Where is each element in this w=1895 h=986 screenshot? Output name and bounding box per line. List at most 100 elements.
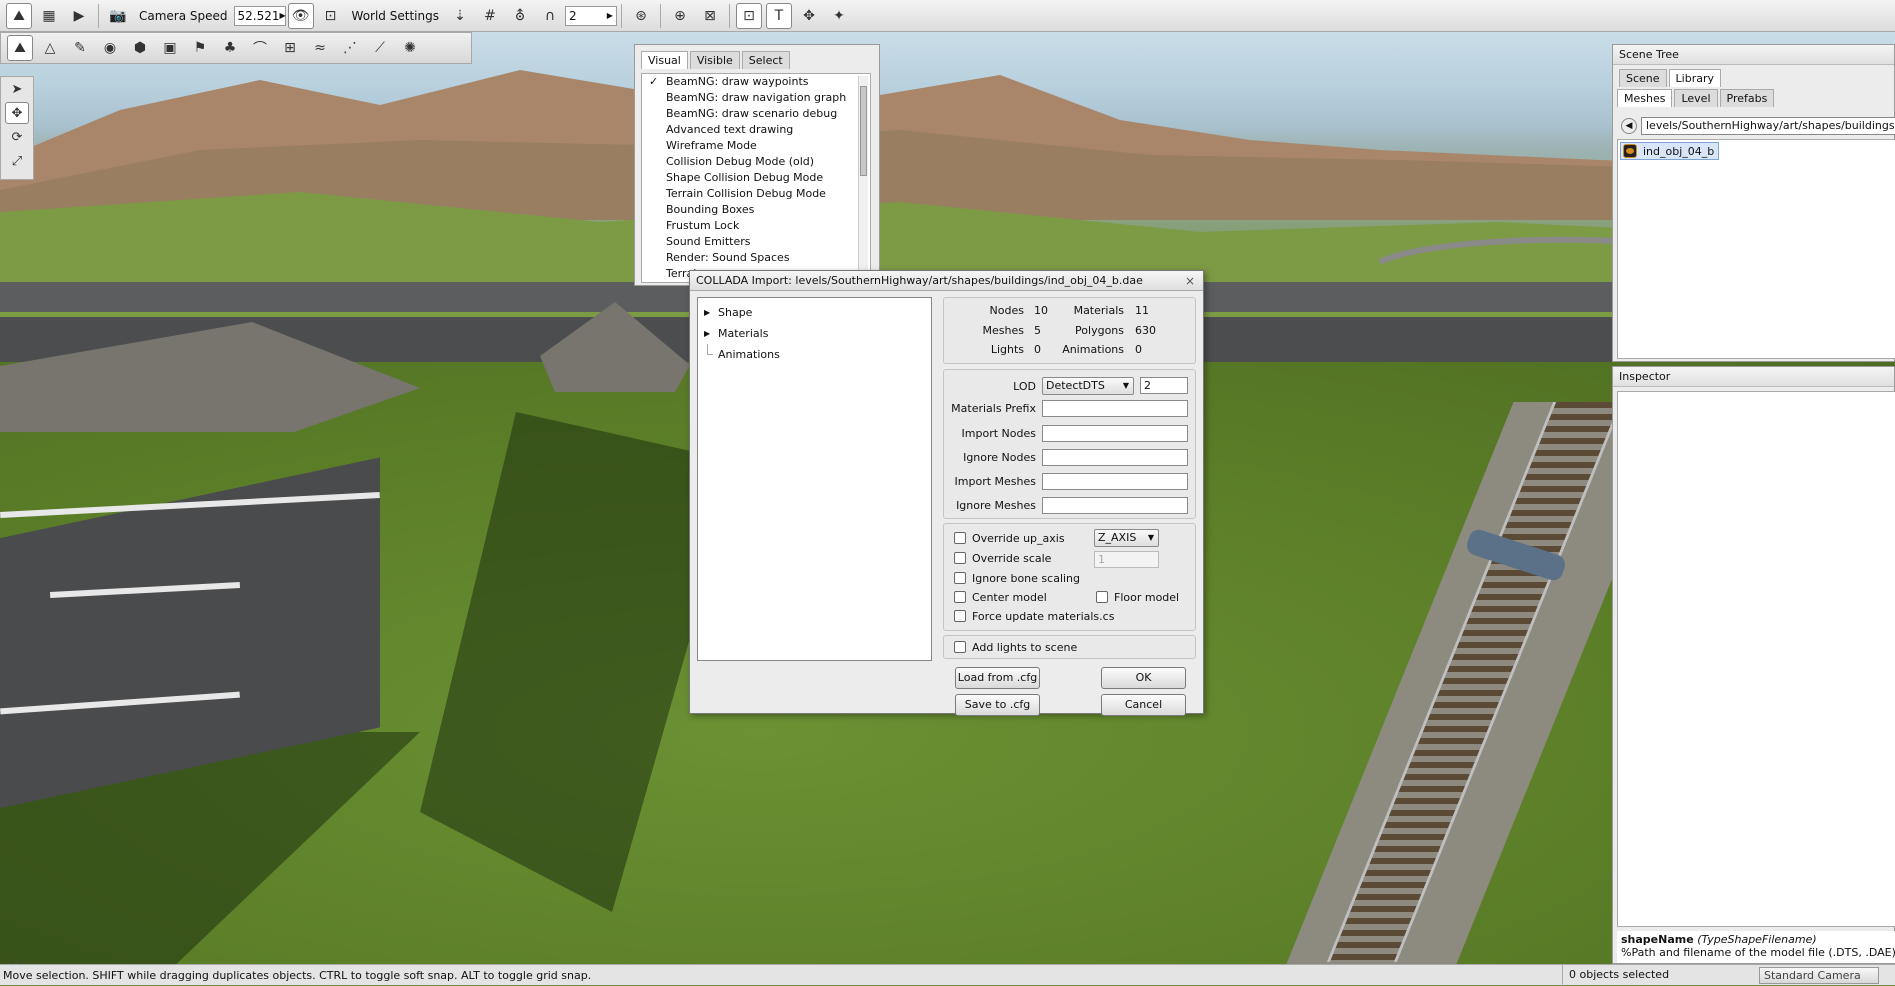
- camera-icon[interactable]: 📷: [105, 3, 131, 29]
- mesh-road-icon[interactable]: ⌒: [247, 35, 273, 61]
- import-meshes-input[interactable]: [1042, 473, 1188, 490]
- expand-arrow-icon[interactable]: ▶: [704, 323, 710, 344]
- sketch-tool-icon[interactable]: ⬢: [127, 35, 153, 61]
- object-editor-icon[interactable]: ⛰: [7, 35, 33, 61]
- tab-level[interactable]: Level: [1674, 89, 1718, 107]
- tab-select[interactable]: Select: [741, 51, 790, 69]
- rotate-tool-icon[interactable]: ⟳: [5, 126, 29, 148]
- scale-tool-icon[interactable]: ⤢: [5, 150, 29, 172]
- forest-editor-icon[interactable]: ♣: [217, 35, 243, 61]
- navmesh-editor-icon[interactable]: ⟋: [367, 35, 393, 61]
- shape-tree: ▶ Shape ▶ Materials Animations: [697, 297, 932, 661]
- gui-editor-icon[interactable]: ▦: [36, 3, 62, 29]
- scrollbar-thumb[interactable]: [860, 86, 867, 176]
- list-item[interactable]: Collision Debug Mode (old): [642, 154, 870, 170]
- camera-mode-select[interactable]: Standard Camera: [1759, 967, 1879, 984]
- tab-scene[interactable]: Scene: [1619, 69, 1667, 87]
- ignore-bone-scaling-checkbox[interactable]: Ignore bone scaling: [954, 572, 1080, 586]
- meshes-value: 5: [1034, 324, 1041, 337]
- visibility-eye-icon[interactable]: 👁: [287, 2, 314, 29]
- floor-model-checkbox[interactable]: Floor model: [1096, 591, 1179, 605]
- checkbox[interactable]: [954, 610, 966, 622]
- close-icon[interactable]: ×: [1185, 271, 1195, 291]
- checkbox[interactable]: [954, 552, 966, 564]
- materials-prefix-input[interactable]: [1042, 400, 1188, 417]
- drop-object-icon[interactable]: ⊛: [628, 3, 654, 29]
- tree-item-animations[interactable]: Animations: [698, 344, 931, 365]
- datablock-editor-icon[interactable]: ▣: [157, 35, 183, 61]
- expand-arrow-icon[interactable]: ▶: [704, 302, 710, 323]
- tree-item-shape[interactable]: ▶ Shape: [698, 302, 931, 323]
- ignore-meshes-input[interactable]: [1042, 497, 1188, 514]
- tree-item-materials[interactable]: ▶ Materials: [698, 323, 931, 344]
- override-up-axis-checkbox[interactable]: Override up_axis: [954, 532, 1065, 546]
- up-axis-select[interactable]: Z_AXIS ▼: [1094, 529, 1159, 547]
- lod-size-input[interactable]: 2: [1140, 377, 1188, 394]
- list-item[interactable]: ✓ BeamNG: draw waypoints: [642, 74, 870, 90]
- selection-box-icon[interactable]: ⊡: [735, 2, 762, 29]
- force-update-materials-checkbox[interactable]: Force update materials.cs: [954, 610, 1114, 624]
- import-nodes-input[interactable]: [1042, 425, 1188, 442]
- decal-editor-icon[interactable]: ⚑: [187, 35, 213, 61]
- center-object-icon[interactable]: ⊕: [667, 3, 693, 29]
- list-item[interactable]: Advanced text drawing: [642, 122, 870, 138]
- checkbox[interactable]: [954, 572, 966, 584]
- save-to-cfg-button[interactable]: Save to .cfg: [955, 694, 1040, 716]
- move-tool-icon[interactable]: ✥: [5, 102, 29, 124]
- list-item[interactable]: Render: Sound Spaces: [642, 250, 870, 266]
- list-item[interactable]: Frustum Lock: [642, 218, 870, 234]
- tab-visible[interactable]: Visible: [689, 51, 740, 69]
- text-labels-icon[interactable]: T: [765, 2, 792, 29]
- prefab-icon[interactable]: ✥: [796, 3, 822, 29]
- checkbox[interactable]: [954, 641, 966, 653]
- object-transform-icon[interactable]: ⊠: [697, 3, 723, 29]
- library-path[interactable]: levels/SouthernHighway/art/shapes/buildi…: [1641, 117, 1895, 135]
- dialog-titlebar[interactable]: COLLADA Import: levels/SouthernHighway/a…: [690, 271, 1203, 291]
- river-editor-icon[interactable]: ≈: [307, 35, 333, 61]
- load-from-cfg-button[interactable]: Load from .cfg: [955, 667, 1040, 689]
- lod-select[interactable]: DetectDTS ▼: [1042, 377, 1134, 395]
- center-model-checkbox[interactable]: Center model: [954, 591, 1047, 605]
- camera-speed-input[interactable]: 52.521 ▶: [233, 5, 286, 26]
- grid-icon[interactable]: #: [477, 3, 503, 29]
- material-editor-icon[interactable]: ◉: [97, 35, 123, 61]
- tab-prefabs[interactable]: Prefabs: [1719, 89, 1775, 107]
- particle-editor-icon[interactable]: ✺: [397, 35, 423, 61]
- camera-view-icon[interactable]: ⊡: [318, 3, 344, 29]
- play-icon[interactable]: ▶: [66, 3, 92, 29]
- snap-bounds-icon[interactable]: ⛢: [507, 3, 533, 29]
- list-item[interactable]: Terrain Collision Debug Mode: [642, 186, 870, 202]
- list-item[interactable]: Shape Collision Debug Mode: [642, 170, 870, 186]
- checkbox[interactable]: [954, 591, 966, 603]
- checkbox[interactable]: [954, 532, 966, 544]
- list-item[interactable]: Wireframe Mode: [642, 138, 870, 154]
- add-lights-checkbox[interactable]: Add lights to scene: [954, 641, 1077, 655]
- override-scale-checkbox[interactable]: Override scale: [954, 552, 1051, 566]
- checkbox[interactable]: [1096, 591, 1108, 603]
- cancel-button[interactable]: Cancel: [1101, 694, 1186, 716]
- terrain-editor-icon[interactable]: △: [37, 35, 63, 61]
- ignore-nodes-input[interactable]: [1042, 449, 1188, 466]
- snap-value-input[interactable]: 2 ▶: [564, 5, 617, 26]
- list-item[interactable]: Sound Emitters: [642, 234, 870, 250]
- list-item[interactable]: BeamNG: draw scenario debug: [642, 106, 870, 122]
- convex-editor-icon[interactable]: ⊞: [277, 35, 303, 61]
- list-item[interactable]: BeamNG: draw navigation graph: [642, 90, 870, 106]
- ok-button[interactable]: OK: [1101, 667, 1186, 689]
- tab-meshes[interactable]: Meshes: [1617, 89, 1673, 107]
- tab-library[interactable]: Library: [1668, 69, 1722, 87]
- list-item[interactable]: Bounding Boxes: [642, 202, 870, 218]
- world-settings-button[interactable]: World Settings: [352, 9, 439, 23]
- magnet-icon[interactable]: ∩: [537, 3, 563, 29]
- checkmark-icon: ✓: [649, 75, 659, 88]
- terrain-painter-icon[interactable]: ✎: [67, 35, 93, 61]
- select-arrow-icon[interactable]: ➤: [5, 78, 29, 100]
- road-editor-icon[interactable]: ⋰: [337, 35, 363, 61]
- world-editor-icon[interactable]: ⛰: [6, 2, 32, 29]
- snap-terrain-icon[interactable]: ⇣: [447, 3, 473, 29]
- tab-visual[interactable]: Visual: [641, 51, 688, 69]
- explode-prefab-icon[interactable]: ✦: [826, 3, 852, 29]
- scrollbar[interactable]: [858, 76, 868, 281]
- list-item[interactable]: ind_obj_04_b: [1620, 142, 1720, 160]
- back-arrow-icon[interactable]: ◀: [1621, 118, 1637, 134]
